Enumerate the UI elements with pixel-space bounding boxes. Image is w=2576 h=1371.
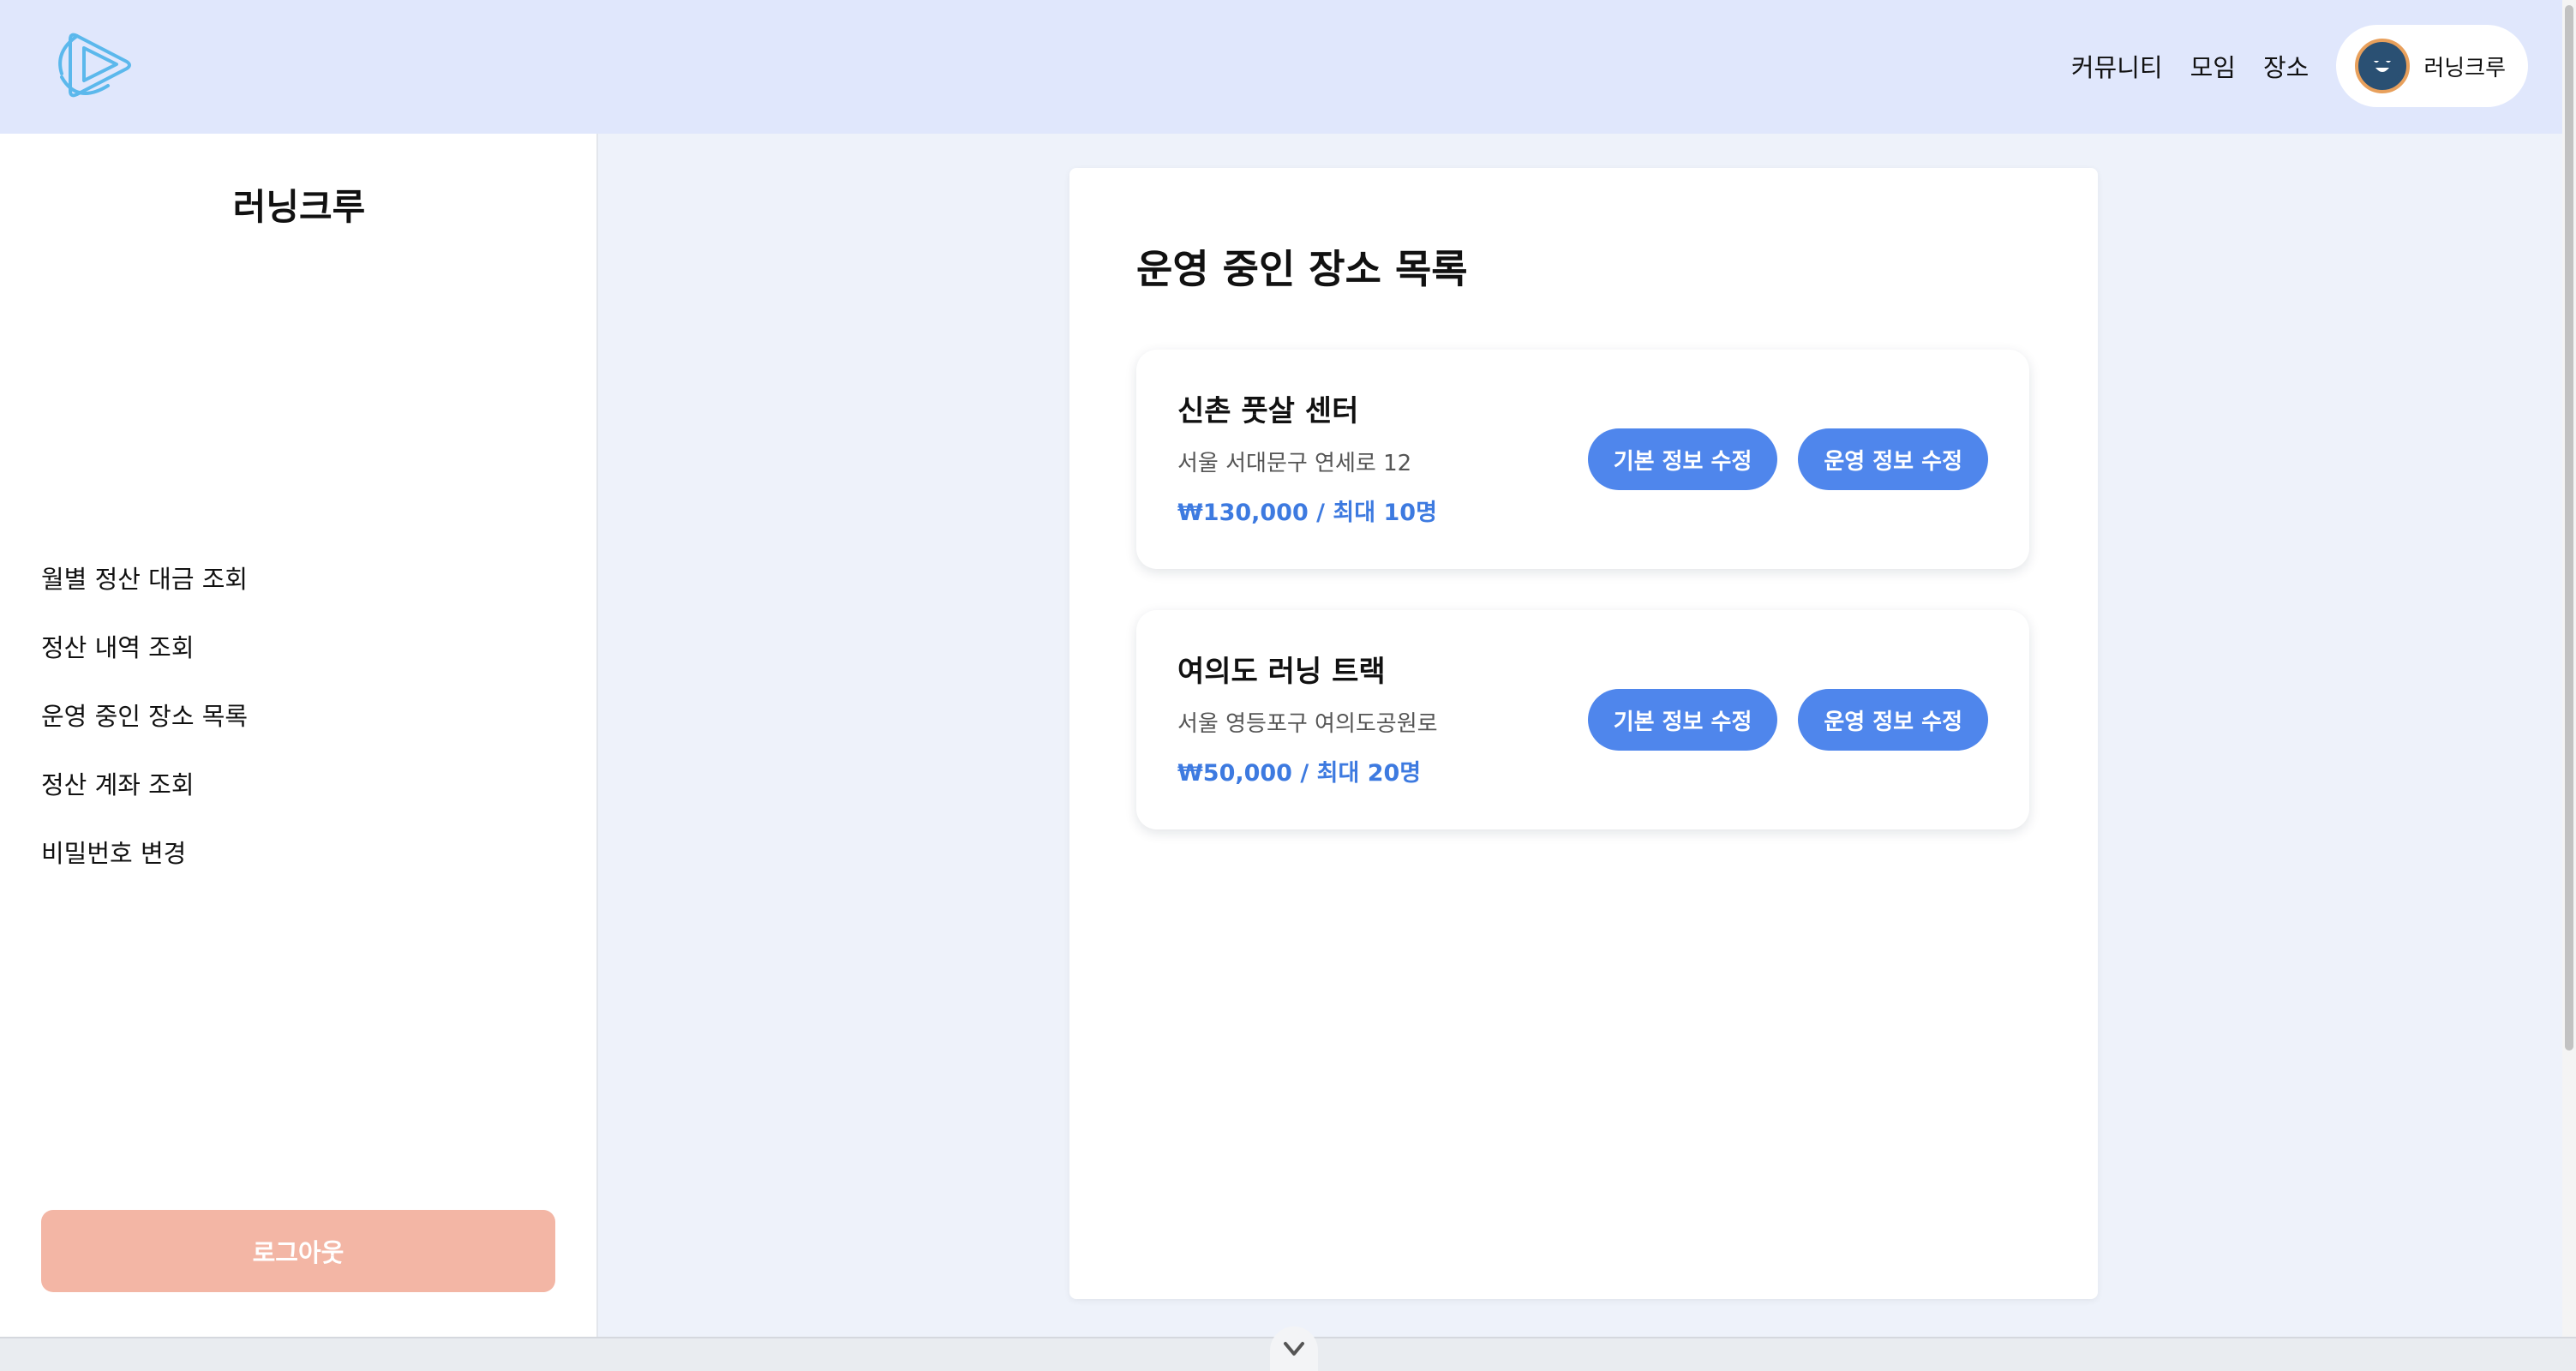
app-root: 커뮤니티 모임 장소 러닝크루 러닝크루 월별 정산 대금 조회 정산 내역 조… bbox=[0, 0, 2576, 1371]
nav-venue[interactable]: 장소 bbox=[2263, 48, 2309, 84]
sidebar-title: 러닝크루 bbox=[232, 186, 366, 228]
nav-community[interactable]: 커뮤니티 bbox=[2071, 48, 2163, 84]
edit-operation-info-button[interactable]: 운영 정보 수정 bbox=[1798, 428, 1988, 490]
main-nav: 커뮤니티 모임 장소 러닝크루 bbox=[2071, 24, 2528, 108]
venue-name: 여의도 러닝 트랙 bbox=[1177, 655, 1386, 689]
play-logo-icon[interactable] bbox=[51, 26, 139, 103]
sidebar-item-settlement-history[interactable]: 정산 내역 조회 bbox=[41, 614, 248, 682]
venue-card: 여의도 러닝 트랙 서울 영등포구 여의도공원로 ₩50,000 / 최대 20… bbox=[1136, 610, 2029, 829]
sidebar: 러닝크루 월별 정산 대금 조회 정산 내역 조회 운영 중인 장소 목록 정산… bbox=[0, 134, 598, 1337]
edit-operation-info-button[interactable]: 운영 정보 수정 bbox=[1798, 689, 1988, 751]
profile-button[interactable]: 러닝크루 bbox=[2336, 25, 2528, 107]
main-panel: 운영 중인 장소 목록 신촌 풋살 센터 서울 서대문구 연세로 12 ₩130… bbox=[1069, 168, 2098, 1299]
sidebar-item-monthly-settlement[interactable]: 월별 정산 대금 조회 bbox=[41, 545, 248, 614]
logout-button[interactable]: 로그아웃 bbox=[41, 1210, 555, 1292]
venue-name: 신촌 풋살 센터 bbox=[1177, 394, 1359, 428]
sidebar-item-venue-list[interactable]: 운영 중인 장소 목록 bbox=[41, 682, 248, 751]
top-header: 커뮤니티 모임 장소 러닝크루 bbox=[0, 0, 2562, 134]
nav-meetup[interactable]: 모임 bbox=[2190, 48, 2236, 84]
chevron-down-icon[interactable] bbox=[1270, 1326, 1318, 1371]
avatar-icon bbox=[2355, 39, 2411, 93]
edit-basic-info-button[interactable]: 기본 정보 수정 bbox=[1587, 689, 1778, 751]
edit-basic-info-button[interactable]: 기본 정보 수정 bbox=[1587, 428, 1778, 490]
venue-address: 서울 서대문구 연세로 12 bbox=[1177, 451, 1412, 476]
venue-actions: 기본 정보 수정 운영 정보 수정 bbox=[1587, 428, 1988, 490]
scrollbar-thumb[interactable] bbox=[2565, 5, 2573, 1051]
sidebar-menu: 월별 정산 대금 조회 정산 내역 조회 운영 중인 장소 목록 정산 계좌 조… bbox=[41, 545, 248, 888]
venue-actions: 기본 정보 수정 운영 정보 수정 bbox=[1587, 689, 1988, 751]
venue-list: 신촌 풋살 센터 서울 서대문구 연세로 12 ₩130,000 / 최대 10… bbox=[1136, 350, 2029, 871]
venue-price: ₩130,000 / 최대 10명 bbox=[1177, 500, 1437, 526]
venue-card: 신촌 풋살 센터 서울 서대문구 연세로 12 ₩130,000 / 최대 10… bbox=[1136, 350, 2029, 569]
venue-price: ₩50,000 / 최대 20명 bbox=[1177, 760, 1422, 787]
venue-address: 서울 영등포구 여의도공원로 bbox=[1177, 711, 1438, 737]
sidebar-item-settlement-account[interactable]: 정산 계좌 조회 bbox=[41, 751, 248, 819]
profile-name: 러닝크루 bbox=[2423, 55, 2506, 81]
page-title: 운영 중인 장소 목록 bbox=[1136, 246, 1468, 292]
page-scrollbar[interactable] bbox=[2562, 0, 2576, 1337]
sidebar-item-change-password[interactable]: 비밀번호 변경 bbox=[41, 819, 248, 888]
